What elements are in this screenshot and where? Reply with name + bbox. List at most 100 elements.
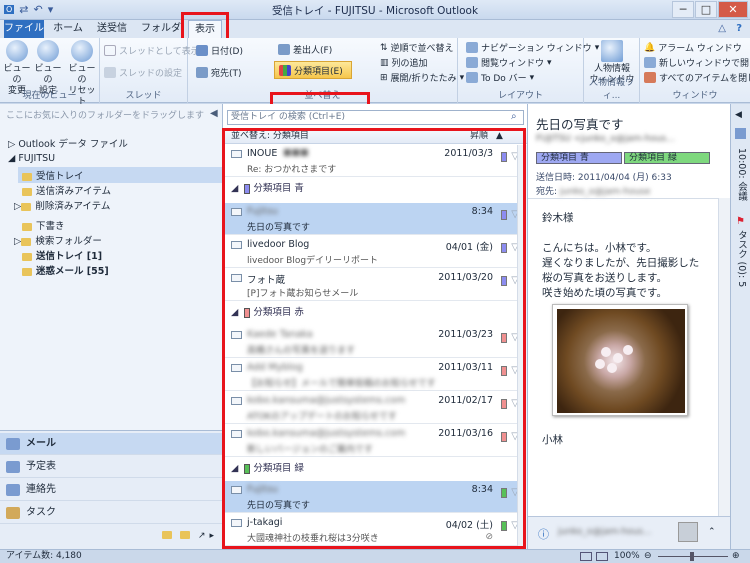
search-input[interactable]: 受信トレイ の検索 (Ctrl+E) <box>227 110 524 125</box>
help-icon[interactable]: ? <box>736 23 742 34</box>
message-sender[interactable]: FUJITSU <junko_o@jam-hous... <box>536 134 675 144</box>
settings-icon <box>37 40 59 62</box>
tab-file[interactable]: ファイル <box>4 20 44 38</box>
item-count: アイテム数: 4,180 <box>6 551 82 561</box>
arrange-category-button[interactable]: 分類項目(E) <box>274 61 352 79</box>
data-file-node[interactable]: ▷ Outlook データ ファイル <box>8 136 128 150</box>
ribbon: ビューの 変更 ビューの 設定 ビューの リセット 現在のビュー スレッドとして… <box>0 38 750 130</box>
sort-icon: ⇅ <box>380 42 388 53</box>
thread-show-checkbox[interactable]: スレッドとして表示 <box>104 44 200 57</box>
ribbon-minimize-icon[interactable]: △ <box>718 23 726 34</box>
group-window: 🔔アラーム ウィンドウ 新しいウィンドウで開く すべてのアイテムを閉じる ウィン… <box>640 38 750 103</box>
normal-view-icon[interactable] <box>580 552 592 561</box>
photo-image <box>557 309 685 413</box>
arrange-date-button[interactable]: 日付(D) <box>196 44 243 57</box>
account-node[interactable]: ◢ FUJITSU <box>8 153 55 164</box>
header-divider <box>528 198 718 199</box>
notes-icon[interactable] <box>162 531 172 539</box>
window-controls: ─ □ ✕ <box>671 1 748 18</box>
expand-icon: ▷ <box>14 201 22 212</box>
people-pane-bar: ⓘ junko_o@jam-hous... ⌃ <box>528 516 731 549</box>
shortcuts-icon[interactable]: ↗ <box>198 531 206 541</box>
todo-icon <box>466 72 478 83</box>
contacts-icon <box>6 484 20 496</box>
expand-collapse-button[interactable]: ⊞ 展開/折りたたみ ▾ <box>380 71 464 85</box>
folder-drafts[interactable]: 下書き <box>22 218 65 232</box>
folder-search[interactable]: ▷ 検索フォルダー <box>14 233 102 247</box>
collapse-nav-icon[interactable]: ◀ <box>210 108 218 119</box>
collapse-icon: ◢ <box>8 153 19 164</box>
tab-send-receive[interactable]: 送受信 <box>92 20 132 38</box>
zoom-out-icon[interactable]: ⊖ <box>644 550 652 563</box>
chevron-up-icon[interactable]: ⌃ <box>708 527 716 537</box>
tab-folder[interactable]: フォルダー <box>138 20 184 52</box>
folder-deleted[interactable]: ▷ 削除済みアイテム <box>14 198 110 212</box>
nav-small-buttons: ↗ ▸ <box>162 531 214 541</box>
search-icon[interactable]: ⌕ <box>511 111 517 122</box>
zoom-level[interactable]: 100% <box>614 550 640 563</box>
group-people: 人物情報 ウィンドウ 人物情報ウィ... <box>584 38 640 103</box>
sent-date: 送信日時: 2011/04/04 (月) 6:33 <box>536 173 672 183</box>
module-tasks[interactable]: タスク <box>0 502 223 524</box>
expand-icon: ▷ <box>14 236 22 247</box>
expand-todo-icon[interactable]: ◀ <box>735 110 742 120</box>
flag-icon: ⚑ <box>736 216 745 227</box>
people-pane-icon <box>601 40 623 62</box>
folder-icon <box>21 237 32 246</box>
chevron-down-icon: ▾ <box>529 72 535 83</box>
open-new-window-button[interactable]: 新しいウィンドウで開く <box>644 56 750 69</box>
reading-view-icon[interactable] <box>596 552 608 561</box>
info-icon: ⓘ <box>538 528 549 541</box>
module-switcher: メール 予定表 連絡先 タスク ↗ ▸ <box>0 430 223 549</box>
todo-task-count[interactable]: タスク (0): 5 <box>734 230 748 287</box>
tab-home[interactable]: ホーム <box>50 20 86 38</box>
calendar-icon <box>6 461 20 473</box>
calendar-icon <box>735 128 746 139</box>
configure-buttons-icon[interactable]: ▸ <box>210 531 215 541</box>
category-icon <box>279 64 291 76</box>
reading-scrollbar[interactable] <box>718 198 730 516</box>
reset-icon <box>71 40 93 62</box>
folder-sent[interactable]: 送信済みアイテム <box>22 183 111 197</box>
close-all-icon <box>644 72 656 83</box>
todo-calendar-item[interactable]: 10:00: 会議 <box>734 148 748 201</box>
arrange-to-button[interactable]: 宛先(T) <box>196 66 242 79</box>
expand-icon: ▷ <box>8 139 19 150</box>
folder-icon <box>22 187 32 196</box>
todo-bar-button[interactable]: To Do バー ▾ <box>466 71 534 84</box>
arrange-from-button[interactable]: 差出人(F) <box>278 43 332 56</box>
footer-email[interactable]: junko_o@jam-hous... <box>558 527 652 537</box>
chevron-down-icon: ▾ <box>547 57 552 68</box>
reverse-sort-button[interactable]: ⇅ 逆順で並べ替え <box>380 41 454 55</box>
checkbox-icon <box>104 45 116 56</box>
folder-icon <box>22 222 32 231</box>
folder-junk[interactable]: 迷惑メール [55] <box>22 263 109 277</box>
folder-outbox[interactable]: 送信トレイ [1] <box>22 248 102 262</box>
folder-inbox[interactable]: 受信トレイ <box>18 167 222 183</box>
person-icon <box>196 67 208 78</box>
module-calendar[interactable]: 予定表 <box>0 456 223 478</box>
folder-list-icon[interactable] <box>180 531 190 539</box>
zoom-in-icon[interactable]: ⊕ <box>732 550 740 563</box>
add-column-button[interactable]: ▥ 列の追加 <box>380 56 428 70</box>
folder-icon <box>22 252 32 261</box>
navigation-pane-button[interactable]: ナビゲーション ウィンドウ ▾ <box>466 41 599 54</box>
avatar[interactable] <box>678 522 698 542</box>
module-mail[interactable]: メール <box>0 433 223 455</box>
close-button[interactable]: ✕ <box>718 1 748 18</box>
module-contacts[interactable]: 連絡先 <box>0 479 223 501</box>
cherry-blossom-photo[interactable] <box>552 304 688 416</box>
todo-bar: ◀ 10:00: 会議 ⚑ タスク (0): 5 <box>730 104 750 549</box>
reading-pane-button[interactable]: 閲覧ウィンドウ ▾ <box>466 56 552 69</box>
minimize-button[interactable]: ─ <box>672 1 694 18</box>
column-icon: ▥ <box>380 57 389 68</box>
thread-settings-button[interactable]: スレッドの設定 <box>104 66 182 79</box>
close-all-items-button[interactable]: すべてのアイテムを閉じる <box>644 71 750 84</box>
zoom-slider-thumb[interactable] <box>690 552 694 561</box>
window-icon <box>644 57 656 68</box>
reminder-window-button[interactable]: 🔔 アラーム ウィンドウ <box>644 41 742 55</box>
message-subject: 先日の写真です <box>536 117 624 132</box>
group-current-view: ビューの 変更 ビューの 設定 ビューの リセット 現在のビュー <box>0 38 100 107</box>
folder-icon <box>21 202 32 211</box>
maximize-button[interactable]: □ <box>695 1 717 18</box>
